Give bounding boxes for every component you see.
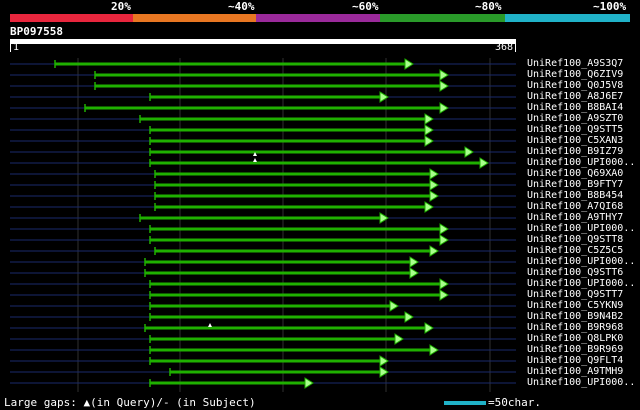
hit-label[interactable]: UniRef100_Q9STT8 xyxy=(527,234,623,245)
hit-label[interactable]: UniRef100_C5Z5C5 xyxy=(527,245,623,256)
hit-label[interactable]: UniRef100_Q9STT6 xyxy=(527,267,623,278)
scale-note: =50char. xyxy=(488,396,541,409)
hit-arrow xyxy=(429,245,439,257)
hit-arrow xyxy=(439,80,449,92)
hit-arrow xyxy=(379,212,389,224)
hit-arrow xyxy=(424,135,434,147)
hit-label[interactable]: UniRef100_C5YKN9 xyxy=(527,300,623,311)
hit-label[interactable]: UniRef100_A9SZT0 xyxy=(527,113,623,124)
hit-arrow xyxy=(424,124,434,136)
hit-label[interactable]: UniRef100_B9N4B2 xyxy=(527,311,623,322)
hit-arrow xyxy=(409,267,419,279)
hit-arrow xyxy=(429,344,439,356)
hit-arrow xyxy=(379,91,389,103)
query-gap-marker xyxy=(208,323,212,327)
hit-arrow xyxy=(439,289,449,301)
hit-arrow xyxy=(439,102,449,114)
hit-label[interactable]: UniRef100_Q9STT5 xyxy=(527,124,623,135)
hit-label[interactable]: UniRef100_Q0J5V8 xyxy=(527,80,623,91)
hit-arrow xyxy=(424,201,434,213)
hit-arrow xyxy=(404,311,414,323)
hit-arrow xyxy=(429,168,439,180)
hit-label[interactable]: UniRef100_UPI000.. xyxy=(527,377,635,388)
hit-label[interactable]: UniRef100_UPI000.. xyxy=(527,256,635,267)
hit-label[interactable]: UniRef100_B9R969 xyxy=(527,344,623,355)
hit-arrow xyxy=(379,366,389,378)
hit-arrow xyxy=(424,113,434,125)
hit-arrow xyxy=(404,58,414,70)
hit-label[interactable]: UniRef100_A7QI68 xyxy=(527,201,623,212)
hit-label[interactable]: UniRef100_Q9STT7 xyxy=(527,289,623,300)
hit-arrow xyxy=(479,157,489,169)
hit-label[interactable]: UniRef100_UPI000.. xyxy=(527,278,635,289)
hit-label[interactable]: UniRef100_Q6ZIV9 xyxy=(527,69,623,80)
hit-label[interactable]: UniRef100_B8BAI4 xyxy=(527,102,623,113)
hit-label[interactable]: UniRef100_B9IZ79 xyxy=(527,146,623,157)
hit-label[interactable]: UniRef100_UPI000.. xyxy=(527,157,635,168)
hit-arrow xyxy=(389,300,399,312)
hit-arrow xyxy=(439,234,449,246)
hit-label[interactable]: UniRef100_Q8LPK0 xyxy=(527,333,623,344)
query-gap-marker xyxy=(253,158,257,162)
hit-label[interactable]: UniRef100_C5XAN3 xyxy=(527,135,623,146)
hit-label[interactable]: UniRef100_B8B454 xyxy=(527,190,623,201)
hit-arrow xyxy=(439,69,449,81)
hit-arrow xyxy=(409,256,419,268)
gaps-legend: Large gaps: ▲(in Query)/- (in Subject) xyxy=(4,396,256,409)
hit-arrow xyxy=(429,190,439,202)
hit-label[interactable]: UniRef100_A9THY7 xyxy=(527,212,623,223)
hit-label[interactable]: UniRef100_B9FTY7 xyxy=(527,179,623,190)
hit-label[interactable]: UniRef100_B9R968 xyxy=(527,322,623,333)
hit-arrow xyxy=(439,278,449,290)
hit-label[interactable]: UniRef100_Q69XA0 xyxy=(527,168,623,179)
hit-label[interactable]: UniRef100_A8J6E7 xyxy=(527,91,623,102)
hit-arrow xyxy=(379,355,389,367)
hit-label[interactable]: UniRef100_A9TMH9 xyxy=(527,366,623,377)
hit-arrow xyxy=(429,179,439,191)
hit-arrow xyxy=(304,377,314,389)
hit-arrow xyxy=(424,322,434,334)
scale-bar xyxy=(444,401,486,405)
hit-label[interactable]: UniRef100_Q9FLT4 xyxy=(527,355,623,366)
hit-arrow xyxy=(394,333,404,345)
hit-arrow xyxy=(464,146,474,158)
hit-label[interactable]: UniRef100_UPI000.. xyxy=(527,223,635,234)
hit-label[interactable]: UniRef100_A9S3Q7 xyxy=(527,58,623,69)
hit-arrow xyxy=(439,223,449,235)
